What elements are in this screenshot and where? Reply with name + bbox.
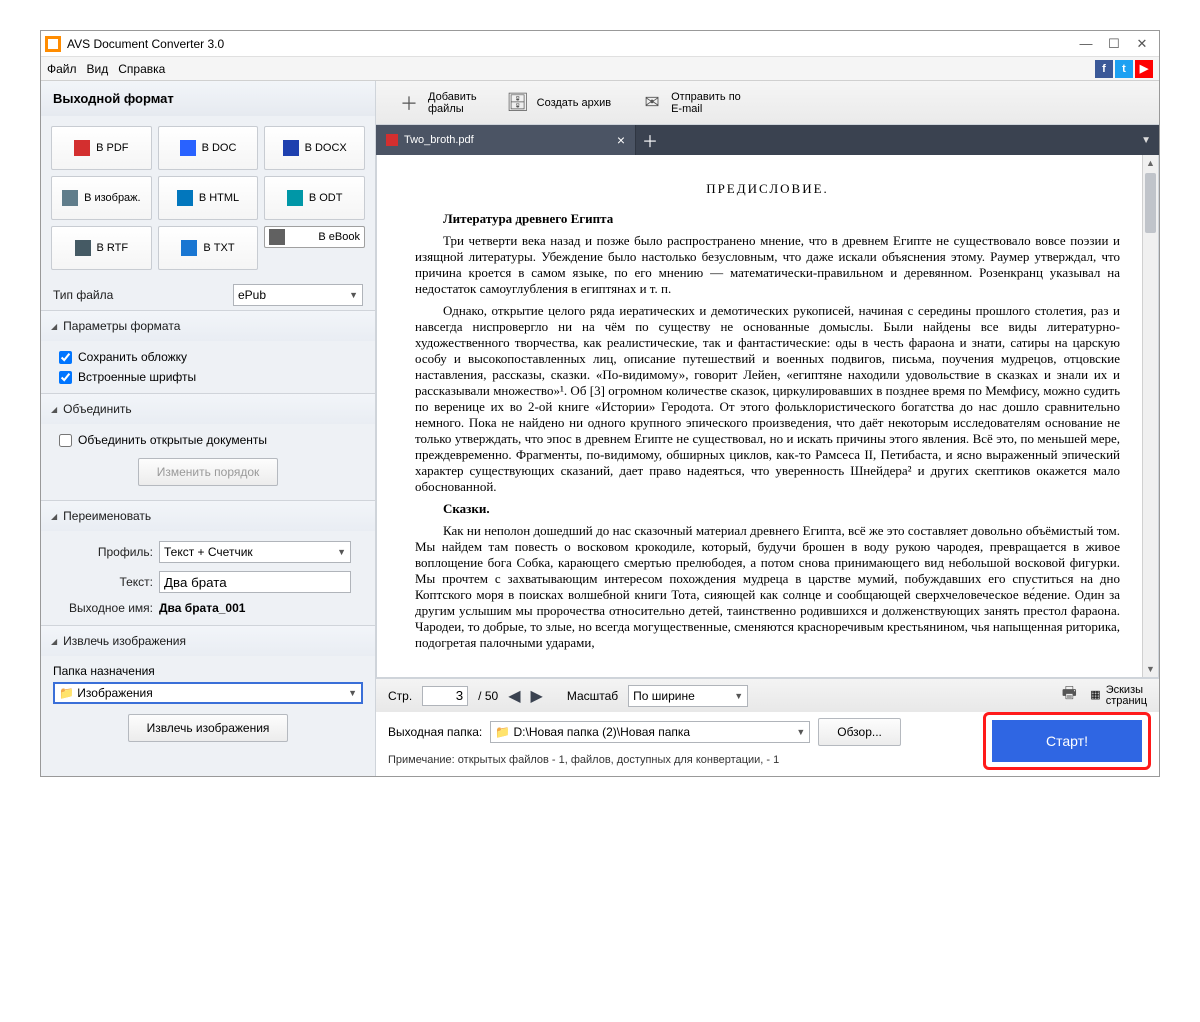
zoom-label: Масштаб	[567, 689, 618, 703]
text-input[interactable]	[159, 571, 351, 593]
doc-title: ПРЕДИСЛОВИЕ.	[415, 181, 1120, 197]
menu-file[interactable]: Файл	[47, 62, 77, 76]
format-docx[interactable]: В DOCX	[264, 126, 365, 170]
next-page-button[interactable]: ▶	[531, 686, 543, 706]
tab-document[interactable]: Two_broth.pdf ×	[376, 125, 636, 155]
document-tabs: Two_broth.pdf × ＋ ▼	[376, 125, 1159, 155]
tab-close-icon[interactable]: ×	[617, 132, 625, 148]
merge-open-checkbox[interactable]: Объединить открытые документы	[53, 430, 363, 450]
menu-help[interactable]: Справка	[118, 62, 165, 76]
section-merge[interactable]: Объединить	[41, 394, 375, 424]
minimize-button[interactable]: —	[1073, 34, 1099, 54]
close-button[interactable]: ✕	[1129, 34, 1155, 54]
profile-select[interactable]: Текст + Счетчик▼	[159, 541, 351, 563]
dest-folder-label: Папка назначения	[53, 662, 363, 682]
print-icon[interactable]: 🖶	[1058, 685, 1080, 707]
pdf-icon	[386, 134, 398, 146]
tabs-menu-icon[interactable]: ▼	[1141, 135, 1151, 146]
save-cover-checkbox[interactable]: Сохранить обложку	[53, 347, 363, 367]
format-txt[interactable]: В TXT	[158, 226, 259, 270]
format-ebook[interactable]: В eBook	[264, 226, 365, 248]
doc-p3: Как ни неполон дошедший до нас сказочный…	[415, 523, 1120, 651]
twitter-icon[interactable]: t	[1115, 60, 1133, 78]
section-rename[interactable]: Переименовать	[41, 501, 375, 531]
zoom-select[interactable]: По ширине▼	[628, 685, 748, 707]
change-order-button[interactable]: Изменить порядок	[138, 458, 279, 486]
preview-scrollbar[interactable]: ▲ ▼	[1142, 155, 1158, 677]
dest-folder-select[interactable]: 📁 Изображения▼	[53, 682, 363, 704]
scroll-thumb[interactable]	[1145, 173, 1156, 233]
prev-page-button[interactable]: ◀	[508, 686, 520, 706]
titlebar: AVS Document Converter 3.0 — ☐ ✕	[41, 31, 1159, 57]
archive-icon: 🗄	[507, 92, 529, 114]
section-format-params[interactable]: Параметры формата	[41, 311, 375, 341]
document-preview: ПРЕДИСЛОВИЕ. Литература древнего Египта …	[376, 155, 1159, 678]
section-extract-images[interactable]: Извлечь изображения	[41, 626, 375, 656]
output-format-title: Выходной формат	[41, 81, 375, 116]
file-type-select[interactable]: ePub▼	[233, 284, 363, 306]
start-highlight: Старт!	[983, 712, 1151, 770]
mail-icon: ✉	[641, 92, 663, 114]
page-label: Стр.	[388, 689, 412, 703]
facebook-icon[interactable]: f	[1095, 60, 1113, 78]
sidebar: Выходной формат В PDF В DOC В DOCX В изо…	[41, 81, 376, 776]
file-type-label: Тип файла	[53, 288, 227, 302]
top-toolbar: ＋ Добавить файлы 🗄 Создать архив ✉ Отпра…	[376, 81, 1159, 125]
embedded-fonts-checkbox[interactable]: Встроенные шрифты	[53, 367, 363, 387]
output-name-value: Два брата_001	[159, 601, 245, 615]
add-tab-button[interactable]: ＋	[636, 125, 664, 155]
doc-p1: Три четверти века назад и позже было рас…	[415, 233, 1120, 297]
scroll-up-icon[interactable]: ▲	[1143, 155, 1158, 171]
profile-label: Профиль:	[65, 545, 153, 559]
text-label: Текст:	[65, 575, 153, 589]
menu-view[interactable]: Вид	[87, 62, 109, 76]
outname-label: Выходное имя:	[65, 601, 153, 615]
format-image[interactable]: В изображ.	[51, 176, 152, 220]
youtube-icon[interactable]: ▶	[1135, 60, 1153, 78]
page-input[interactable]	[422, 686, 468, 706]
app-icon	[45, 36, 61, 52]
send-email-button[interactable]: ✉ Отправить по E-mail	[641, 91, 741, 115]
plus-icon: ＋	[398, 92, 420, 114]
extract-images-button[interactable]: Извлечь изображения	[128, 714, 289, 742]
format-html[interactable]: В HTML	[158, 176, 259, 220]
format-doc[interactable]: В DOC	[158, 126, 259, 170]
menubar: Файл Вид Справка f t ▶	[41, 57, 1159, 81]
scroll-down-icon[interactable]: ▼	[1143, 661, 1158, 677]
format-rtf[interactable]: В RTF	[51, 226, 152, 270]
output-folder-select[interactable]: 📁 D:\Новая папка (2)\Новая папка▼	[490, 721, 810, 743]
thumbnails-button[interactable]: ▦ Эскизы страниц	[1090, 685, 1147, 707]
output-folder-label: Выходная папка:	[388, 725, 482, 739]
thumbnails-icon: ▦	[1090, 690, 1100, 701]
add-files-button[interactable]: ＋ Добавить файлы	[398, 91, 477, 115]
create-archive-button[interactable]: 🗄 Создать архив	[507, 92, 611, 114]
maximize-button[interactable]: ☐	[1101, 34, 1127, 54]
format-odt[interactable]: В ODT	[264, 176, 365, 220]
pager-bar: Стр. / 50 ◀ ▶ Масштаб По ширине▼ 🖶 ▦ Эск…	[376, 678, 1159, 712]
browse-button[interactable]: Обзор...	[818, 718, 901, 746]
page-total: / 50	[478, 689, 498, 703]
main-area: ＋ Добавить файлы 🗄 Создать архив ✉ Отпра…	[376, 81, 1159, 776]
format-pdf[interactable]: В PDF	[51, 126, 152, 170]
doc-p2: Однако, открытие целого ряда иератически…	[415, 303, 1120, 495]
window-title: AVS Document Converter 3.0	[67, 37, 1073, 51]
start-button[interactable]: Старт!	[992, 720, 1142, 762]
